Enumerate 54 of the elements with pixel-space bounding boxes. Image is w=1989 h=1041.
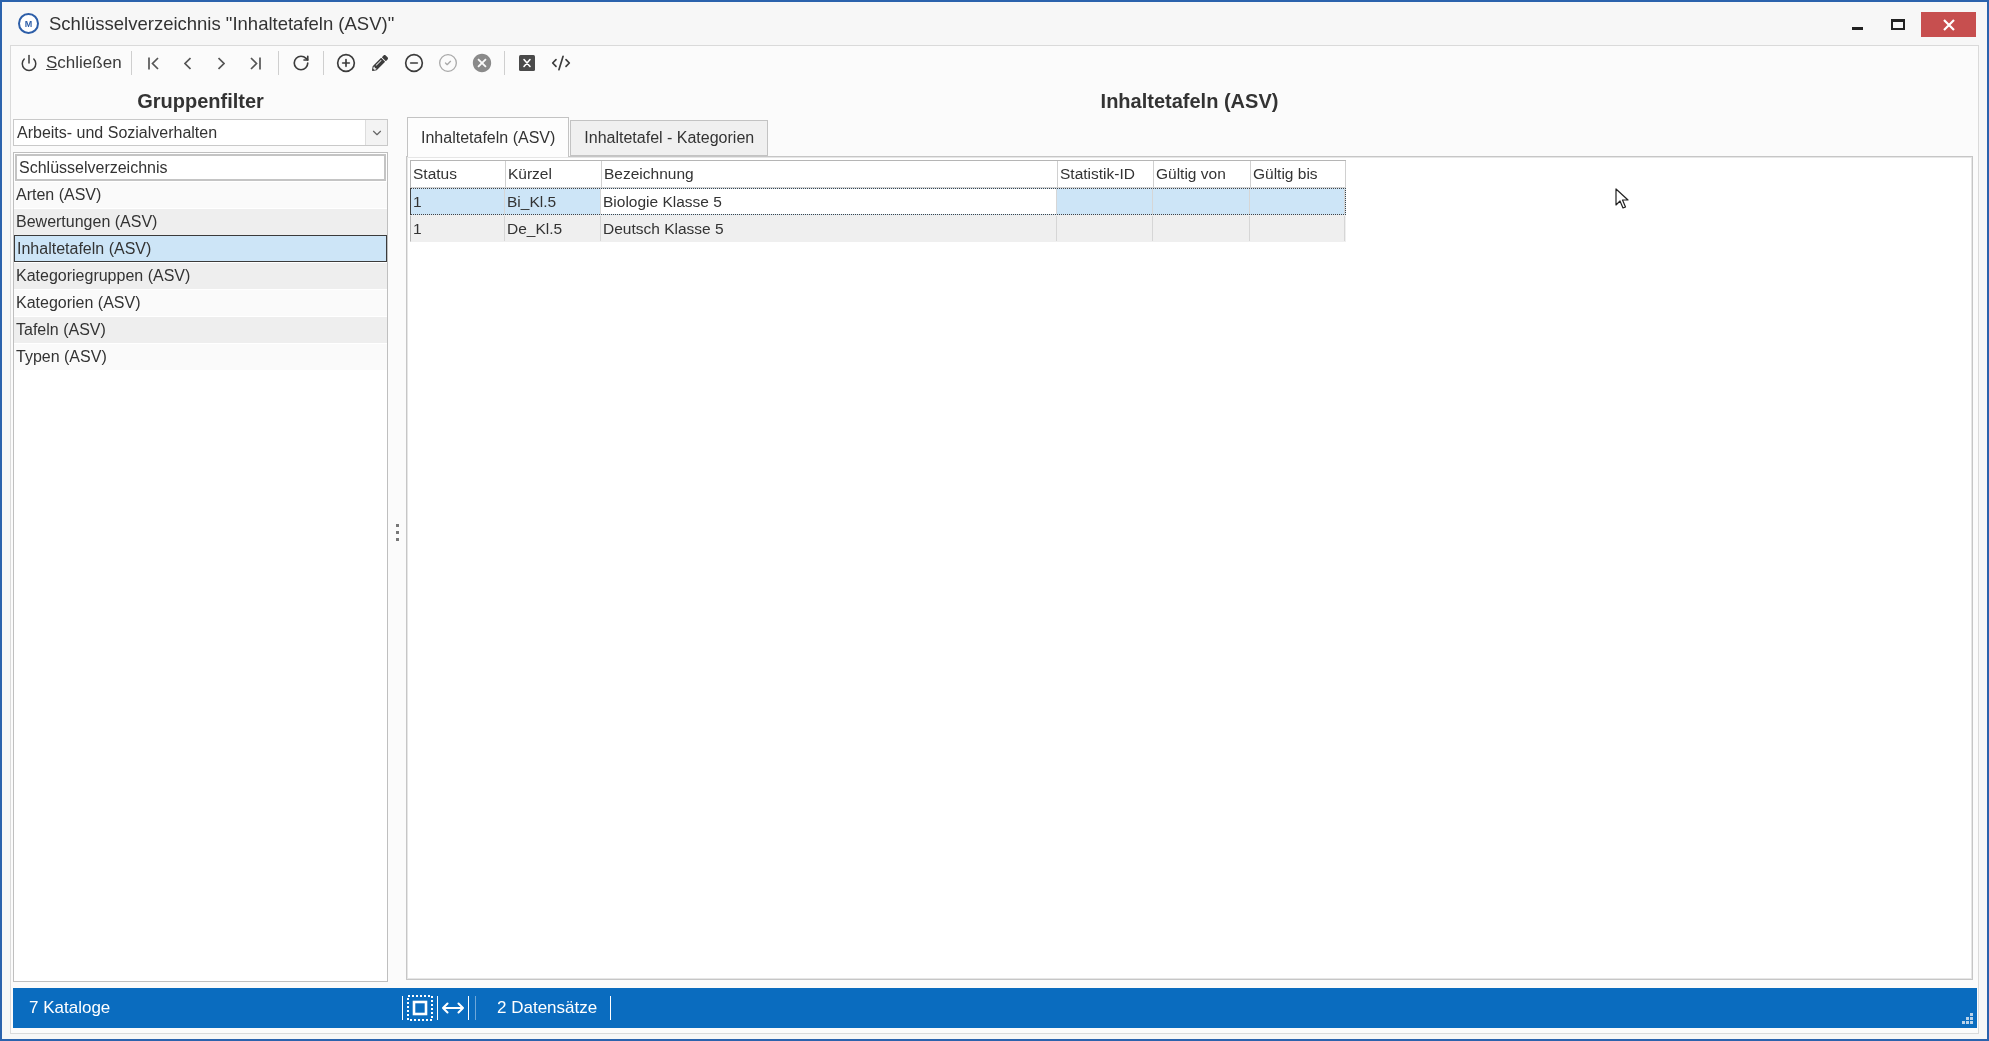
list-item[interactable]: Tafeln (ASV) — [14, 316, 387, 343]
circle-minus-icon — [403, 53, 424, 73]
chevron-bar-right-icon — [250, 56, 262, 70]
list-item[interactable]: Kategorien (ASV) — [14, 289, 387, 316]
column-header[interactable]: Kürzel — [506, 161, 602, 188]
table-row[interactable]: 1 Bi_Kl.5 Biologie Klasse 5 — [410, 188, 1346, 215]
dropdown-arrow-button[interactable] — [365, 120, 387, 145]
status-text: 7 Kataloge — [29, 998, 111, 1018]
table-cell: Biologie Klasse 5 — [601, 189, 1057, 214]
list-item[interactable]: Bewertungen (ASV) — [14, 208, 387, 235]
refresh-icon — [291, 54, 310, 72]
column-header[interactable]: Statistik-ID — [1058, 161, 1154, 188]
mouse-pointer-icon — [1615, 188, 1629, 210]
circle-check-icon — [437, 53, 458, 73]
close-icon — [1942, 18, 1955, 31]
list-item[interactable]: Inhaltetafeln (ASV) — [14, 235, 387, 262]
horizontal-arrows-icon[interactable] — [442, 1002, 464, 1014]
table-cell: 1 — [411, 216, 505, 241]
tab[interactable]: Inhaltetafeln (ASV) — [407, 117, 570, 157]
window-title: Schlüsselverzeichnis "Inhaltetafeln (ASV)" — [49, 12, 395, 35]
panel-title: Gruppenfilter — [137, 89, 264, 113]
circle-plus-icon — [335, 53, 356, 73]
list-item[interactable]: Typen (ASV) — [14, 343, 387, 370]
column-header[interactable]: Gültig bis — [1251, 161, 1346, 188]
dotted-square-icon[interactable] — [407, 995, 433, 1021]
column-header[interactable]: Bezeichnung — [602, 161, 1058, 188]
app-logo: M — [18, 13, 39, 34]
code-icon — [550, 53, 571, 73]
close-window-button[interactable] — [1921, 12, 1976, 37]
status-text: 2 Datensätze — [497, 998, 598, 1018]
list-header: Schlüsselverzeichnis — [15, 154, 386, 181]
table-cell: Deutsch Klasse 5 — [601, 216, 1057, 241]
list-item[interactable]: Kategoriegruppen (ASV) — [14, 262, 387, 289]
list-item[interactable]: Arten (ASV) — [14, 181, 387, 208]
minimize-icon — [1851, 27, 1863, 30]
close-button[interactable]: Schließen — [16, 49, 126, 77]
group-filter-dropdown[interactable]: Arbeits- und Sozialverhalten — [13, 119, 388, 146]
panel-title: Inhaltetafeln (ASV) — [1100, 89, 1279, 113]
pencil-icon — [371, 55, 388, 71]
chevron-left-icon — [184, 56, 192, 70]
splitter-grip-icon[interactable] — [395, 523, 399, 541]
x-square-icon — [518, 55, 535, 71]
resize-grip-icon[interactable] — [1962, 1013, 1973, 1024]
circle-x-icon — [470, 52, 493, 74]
column-header[interactable]: Status — [411, 161, 506, 188]
bar-chevron-left-icon — [148, 56, 160, 70]
table-cell: 1 — [411, 189, 505, 214]
column-header[interactable]: Gültig von — [1154, 161, 1251, 188]
tab[interactable]: Inhaltetafel - Kategorien — [570, 120, 769, 156]
maximize-icon — [1891, 19, 1905, 30]
table-row[interactable]: 1 De_Kl.5 Deutsch Klasse 5 — [410, 215, 1346, 242]
power-icon — [20, 54, 38, 72]
chevron-right-icon — [218, 56, 226, 70]
table-cell: De_Kl.5 — [505, 216, 601, 241]
